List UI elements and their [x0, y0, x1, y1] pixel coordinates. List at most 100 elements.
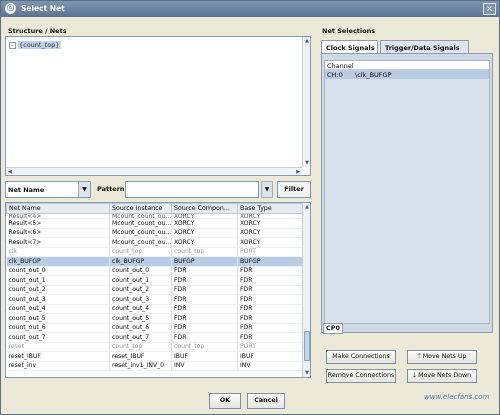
tree-node-count-top[interactable]: - {count_top}: [9, 41, 61, 49]
arrow-up-icon: 🡑: [417, 353, 421, 360]
table-cell: INV: [237, 361, 305, 371]
table-row[interactable]: reset count_top count_top PORT: [6, 342, 305, 352]
table-cell: count_top: [109, 342, 172, 352]
table-cell: count_out_7: [6, 332, 110, 343]
table-cell: reset_IBUF: [6, 351, 110, 362]
scroll-right-icon[interactable]: ▶: [294, 168, 302, 176]
table-cell: count_top: [109, 247, 172, 257]
table-cell: IBUF: [171, 351, 238, 362]
table-cell: clk_BUFGP: [6, 256, 110, 267]
clock-signals-panel: Channel CH:0 \clk_BUFGP: [321, 53, 493, 333]
table-cell: Mcount_count_ou...: [109, 237, 172, 248]
table-row[interactable]: reset_IBUF reset_IBUF IBUF IBUF: [6, 351, 305, 362]
move-nets-down-label: Move Nets Down: [418, 372, 472, 379]
table-cell: count_out_3: [109, 294, 172, 305]
table-cell: count_out_2: [6, 285, 110, 295]
move-nets-down-button[interactable]: 🡓 Move Nets Down: [407, 369, 477, 383]
table-cell: FDR: [171, 275, 238, 286]
table-row[interactable]: count_out_2 count_out_2 FDR FDR: [6, 285, 305, 295]
table-row[interactable]: count_out_7 count_out_7 FDR FDR: [6, 332, 305, 343]
arrow-down-icon: 🡓: [412, 372, 417, 379]
table-cell: Mcount_count_ou...: [109, 228, 172, 238]
table-cell: FDR: [237, 266, 305, 276]
table-row[interactable]: clk_BUFGP clk_BUFGP BUFGP BUFGP: [6, 256, 305, 267]
table-cell: FDR: [171, 332, 238, 343]
structure-nets-title: Structure / Nets: [8, 27, 67, 35]
pattern-dropdown-icon[interactable]: ▼: [261, 181, 273, 198]
structure-tree[interactable]: - {count_top} ▲ ▼ ◀ ▶: [5, 36, 311, 176]
scroll-down-icon[interactable]: ▼: [303, 369, 310, 377]
scroll-up-icon[interactable]: ▲: [303, 37, 311, 45]
make-connections-button[interactable]: Make Connections: [326, 350, 396, 364]
table-cell: count_out_5: [109, 313, 172, 324]
table-cell: reset: [6, 342, 110, 352]
cancel-button[interactable]: Cancel: [247, 393, 285, 409]
table-cell: FDR: [237, 275, 305, 286]
channel-row[interactable]: CH:0 \clk_BUFGP: [325, 70, 489, 79]
remove-connections-button[interactable]: Remove Connections: [326, 369, 396, 383]
table-cell: FDR: [237, 294, 305, 305]
table-row[interactable]: count_out_3 count_out_3 FDR FDR: [6, 294, 305, 305]
select-net-dialog: ◎ Select Net × Structure / Nets - {count_…: [0, 0, 500, 415]
column-header[interactable]: Source Compon...: [171, 203, 238, 214]
window-title: Select Net: [21, 4, 65, 13]
move-nets-up-button[interactable]: 🡑 Move Nets Up: [407, 350, 477, 364]
tree-vertical-scrollbar[interactable]: ▲ ▼: [302, 37, 310, 167]
table-row[interactable]: count_out_4 count_out_4 FDR FDR: [6, 304, 305, 314]
nets-table: Net Name Source Instance Source Compon..…: [5, 202, 311, 378]
table-cell: count_out_4: [6, 304, 110, 314]
table-row[interactable]: clk count_top count_top PORT: [6, 247, 305, 257]
chevron-down-icon[interactable]: ▼: [78, 182, 90, 197]
table-row[interactable]: reset_inv reset_inv1_INV_0 INV INV: [6, 361, 305, 371]
scroll-up-icon[interactable]: ▲: [303, 203, 310, 211]
column-header[interactable]: Base Type: [237, 203, 305, 214]
tab-trigger-data-signals[interactable]: Trigger/Data Signals: [380, 40, 469, 53]
net-name-select[interactable]: Net Name ▼: [5, 181, 91, 198]
scroll-down-icon[interactable]: ▼: [303, 159, 311, 167]
table-cell: XORCY: [237, 218, 305, 229]
tree-node-label: {count_top}: [18, 41, 61, 49]
table-cell: count_out_6: [6, 323, 110, 333]
table-cell: count_out_6: [109, 323, 172, 333]
table-vertical-scrollbar[interactable]: ▲ ▼: [302, 203, 310, 377]
table-cell: Result<7>: [6, 237, 110, 248]
channel-column-header[interactable]: Channel: [325, 61, 489, 70]
scrollbar-thumb[interactable]: [304, 331, 310, 361]
table-row[interactable]: Result<6> Mcount_count_ou... XORCY XORCY: [6, 228, 305, 238]
filter-button[interactable]: Filter: [277, 181, 311, 198]
table-cell: FDR: [171, 294, 238, 305]
scroll-left-icon[interactable]: ◀: [6, 168, 14, 176]
table-cell: XORCY: [237, 237, 305, 248]
table-cell: PORT: [237, 342, 305, 352]
table-row[interactable]: count_out_5 count_out_5 FDR FDR: [6, 313, 305, 324]
table-cell: count_top: [171, 247, 238, 257]
table-cell: count_out_5: [6, 313, 110, 324]
table-cell: INV: [171, 361, 238, 371]
table-row[interactable]: count_out_0 count_out_0 FDR FDR: [6, 266, 305, 276]
pattern-input[interactable]: [125, 181, 259, 198]
table-cell: count_out_2: [109, 285, 172, 295]
column-header[interactable]: Source Instance: [109, 203, 172, 214]
pattern-label: Pattern:: [97, 185, 128, 193]
tab-cp0[interactable]: CP0: [323, 323, 343, 334]
title-bar[interactable]: ◎ Select Net ×: [1, 1, 499, 17]
table-cell: count_out_1: [109, 275, 172, 286]
collapse-icon[interactable]: -: [9, 41, 16, 49]
table-cell: FDR: [237, 323, 305, 333]
table-row[interactable]: count_out_1 count_out_1 FDR FDR: [6, 275, 305, 286]
table-cell: count_out_1: [6, 275, 110, 286]
table-cell: count_out_3: [6, 294, 110, 305]
table-row[interactable]: Result<5> Mcount_count_ou... XORCY XORCY: [6, 218, 305, 229]
tab-clock-signals[interactable]: Clock Signals: [321, 40, 378, 53]
table-row[interactable]: count_out_6 count_out_6 FDR FDR: [6, 323, 305, 333]
table-cell: Result<6>: [6, 228, 110, 238]
net-selections-title: Net Selections: [322, 27, 376, 35]
close-button[interactable]: ×: [483, 3, 496, 15]
tree-horizontal-scrollbar[interactable]: ◀ ▶: [6, 167, 302, 175]
table-cell: Mcount_count_ou...: [109, 218, 172, 229]
channel-list: Channel CH:0 \clk_BUFGP: [324, 60, 490, 324]
column-header[interactable]: Net Name: [6, 203, 110, 214]
ok-button[interactable]: OK: [209, 393, 241, 409]
table-row[interactable]: Result<7> Mcount_count_ou... XORCY XORCY: [6, 237, 305, 248]
table-header-row: Net Name Source Instance Source Compon..…: [6, 203, 305, 214]
